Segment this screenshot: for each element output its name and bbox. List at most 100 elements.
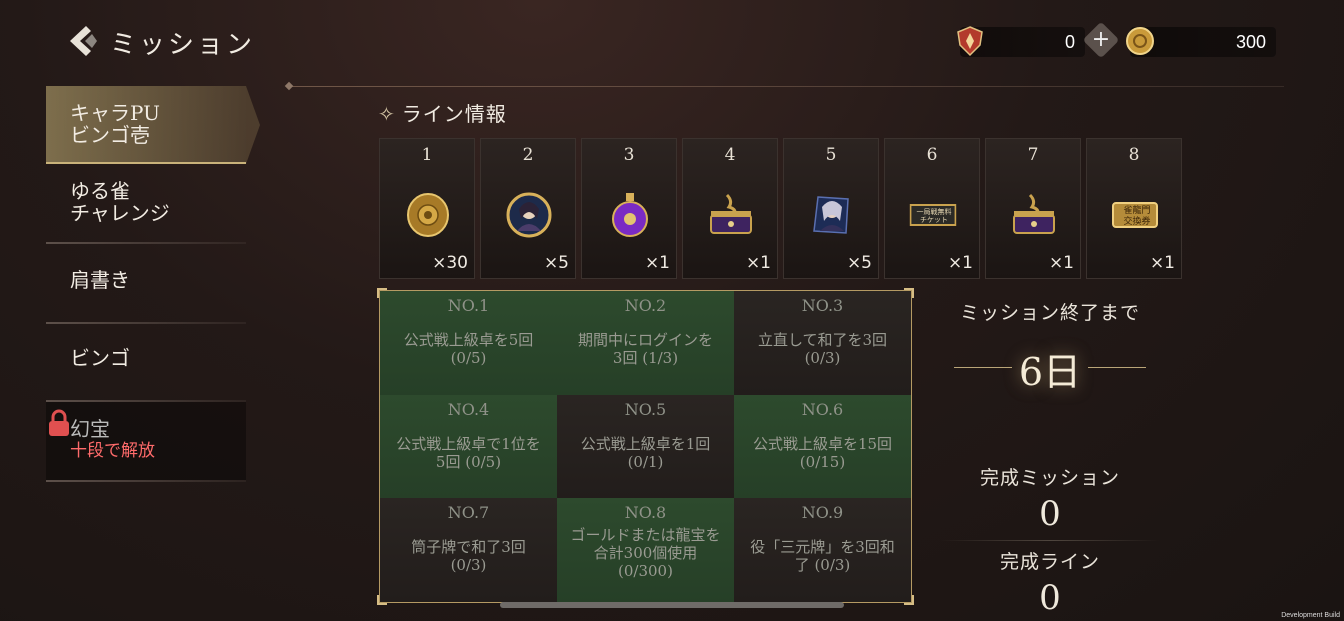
cell-number: NO.7 <box>447 503 490 523</box>
character-card-icon <box>813 196 849 234</box>
sidebar-item-titles[interactable]: 肩書き <box>46 242 246 320</box>
bingo-cell[interactable]: NO.2 期間中にログインを 3回 (1/3) <box>557 291 734 395</box>
sidebar-item-label: 幻宝 <box>70 417 110 441</box>
cell-number: NO.2 <box>624 296 667 315</box>
reward-slot[interactable]: 4 ×1 <box>682 138 778 279</box>
reward-number: 2 <box>522 145 534 165</box>
line-info-title: ✧ ライン情報 <box>378 98 507 127</box>
sidebar-item-label: キャラPU <box>70 101 160 125</box>
sidebar-item-label: チャレンジ <box>70 201 170 225</box>
back-arrow-icon[interactable] <box>66 24 100 58</box>
reward-count: ×1 <box>1149 253 1175 273</box>
sidebar-divider <box>46 480 246 482</box>
cell-number: NO.8 <box>624 503 667 523</box>
sidebar-item-chara-pu-bingo[interactable]: キャラPU ビンゴ壱 <box>46 86 260 164</box>
sidebar-item-label: ゆる雀 <box>70 179 130 203</box>
reward-number: 8 <box>1128 145 1140 165</box>
cell-mission-text: 公式戦上級卓で1位を 5回 (0/5) <box>396 434 541 471</box>
reward-slot[interactable]: 3 ×1 <box>581 138 677 279</box>
completed-lines-label: 完成ライン <box>999 551 1100 573</box>
bingo-cell[interactable]: NO.9 役「三元牌」を3回和 了 (0/3) <box>734 498 911 602</box>
sidebar-item-bingo[interactable]: ビンゴ <box>46 320 246 398</box>
shield-token-balance: 0 <box>957 26 1085 57</box>
ticket8-label: 雀龍門 交換券 <box>1123 206 1151 227</box>
days-divider-right <box>1088 367 1146 368</box>
cell-mission-text: 役「三元牌」を3回和 了 (0/3) <box>750 538 895 575</box>
gold-coin-icon <box>1126 27 1154 55</box>
cell-number: NO.9 <box>801 503 844 523</box>
reward-slot[interactable]: 7 ×1 <box>985 138 1081 279</box>
gold-coin-balance: 300 <box>1126 27 1276 57</box>
cell-mission-text: ゴールドまたは龍宝を 合計300個使用 (0/300) <box>570 526 721 581</box>
sparkle-icon: ✧ <box>378 102 396 126</box>
gold-medal-icon <box>407 193 449 237</box>
reward-count: ×1 <box>947 253 973 273</box>
bingo-board: NO.1 公式戦上級卓を5回 (0/5) NO.2 期間中にログインを 3回 (1/… <box>377 288 914 605</box>
completed-lines-value: 0 <box>1039 578 1061 618</box>
cell-number: NO.5 <box>624 399 667 419</box>
bingo-cell[interactable]: NO.4 公式戦上級卓で1位を 5回 (0/5) <box>380 394 557 499</box>
bingo-cell[interactable]: NO.8 ゴールドまたは龍宝を 合計300個使用 (0/300) <box>557 498 734 602</box>
bingo-cell[interactable]: NO.3 立直して和了を3回 (0/3) <box>734 291 911 395</box>
character-portrait-icon <box>506 192 552 238</box>
bingo-cell[interactable]: NO.5 公式戦上級卓を1回 (0/1) <box>557 394 734 499</box>
sidebar-item-label: ビンゴ <box>70 346 130 370</box>
dev-build-label: Development Build <box>1281 612 1340 619</box>
bingo-cell[interactable]: NO.1 公式戦上級卓を5回 (0/5) <box>380 291 557 395</box>
board-corner <box>377 288 387 298</box>
gold-coin-value: 300 <box>1235 32 1266 52</box>
until-end-label: ミッション終了まで <box>959 302 1140 324</box>
header-divider <box>290 86 1284 87</box>
board-corner <box>904 595 914 605</box>
reward-slot[interactable]: 1 ×30 <box>379 138 475 279</box>
cell-mission-text: 筒子牌で和了3回 (0/3) <box>411 538 526 575</box>
cell-number: NO.1 <box>447 296 490 315</box>
add-currency-button[interactable]: + <box>1082 21 1120 59</box>
reward-count: ×5 <box>846 253 872 273</box>
reward-number: 6 <box>926 145 938 165</box>
unlock-condition-text: 十段で解放 <box>70 441 155 461</box>
line-info-title-text: ライン情報 <box>401 102 507 126</box>
sidebar-item-label: ビンゴ壱 <box>70 123 150 147</box>
treasure-chest-icon <box>1013 193 1055 234</box>
shield-token-value: 0 <box>1064 32 1075 52</box>
cell-mission-text: 公式戦上級卓を5回 (0/5) <box>403 331 534 367</box>
line-rewards: 1 ×30 2 ×5 3 ×1 4 ×1 5 ×5 6 ×1 7 ×1 8 ×1 <box>379 138 1182 279</box>
cell-mission-text: 公式戦上級卓を1回 (0/1) <box>580 434 711 471</box>
reward-slot[interactable]: 5 ×5 <box>783 138 879 279</box>
reward-number: 7 <box>1027 145 1039 165</box>
sidebar-item-yuru-jan-challenge[interactable]: ゆる雀 チャレンジ <box>46 164 246 242</box>
horizontal-scrollbar[interactable] <box>500 602 844 608</box>
reward-count: ×1 <box>644 253 670 273</box>
reward-count: ×30 <box>432 253 468 273</box>
sidebar-item-genpou-locked[interactable]: 幻宝 十段で解放 <box>46 402 246 480</box>
page-title: ミッション <box>110 30 256 60</box>
completed-missions-value: 0 <box>1039 494 1061 534</box>
bingo-cell[interactable]: NO.6 公式戦上級卓を15回 (0/15) <box>734 394 911 499</box>
reward-number: 5 <box>825 145 837 165</box>
reward-number: 4 <box>724 145 736 165</box>
plus-icon: + <box>1091 27 1111 52</box>
stats-divider <box>940 540 1160 541</box>
mission-screen: ミッション 0 + 300 キャラPU ビンゴ壱 ゆる雀 チャレンジ 肩書き ビ… <box>0 0 1344 621</box>
cell-number: NO.4 <box>447 399 490 419</box>
cell-mission-text: 期間中にログインを 3回 (1/3) <box>577 331 713 367</box>
cell-mission-text: 公式戦上級卓を15回 (0/15) <box>752 434 893 471</box>
reward-slot[interactable]: 2 ×5 <box>480 138 576 279</box>
cell-number: NO.6 <box>801 399 844 419</box>
ticket6-label: 一局戦無料 チケット <box>916 208 952 224</box>
reward-number: 1 <box>421 145 433 165</box>
days-remaining: 6日 <box>940 337 1160 397</box>
mission-stats: ミッション終了まで 6日 完成ミッション 0 完成ライン 0 <box>940 290 1160 618</box>
cell-number: NO.3 <box>801 296 844 315</box>
bingo-cell[interactable]: NO.7 筒子牌で和了3回 (0/3) <box>380 498 557 602</box>
completed-missions-label: 完成ミッション <box>979 467 1120 489</box>
sidebar: キャラPU ビンゴ壱 ゆる雀 チャレンジ 肩書き ビンゴ 幻宝 十段で解放 <box>46 86 260 482</box>
reward-count: ×1 <box>745 253 771 273</box>
board-corner <box>377 595 387 605</box>
shield-token-icon <box>957 26 983 57</box>
reward-number: 3 <box>623 145 635 165</box>
sidebar-item-label: 肩書き <box>70 268 130 292</box>
reward-count: ×5 <box>543 253 569 273</box>
days-remaining-value: 6日 <box>1018 350 1082 394</box>
